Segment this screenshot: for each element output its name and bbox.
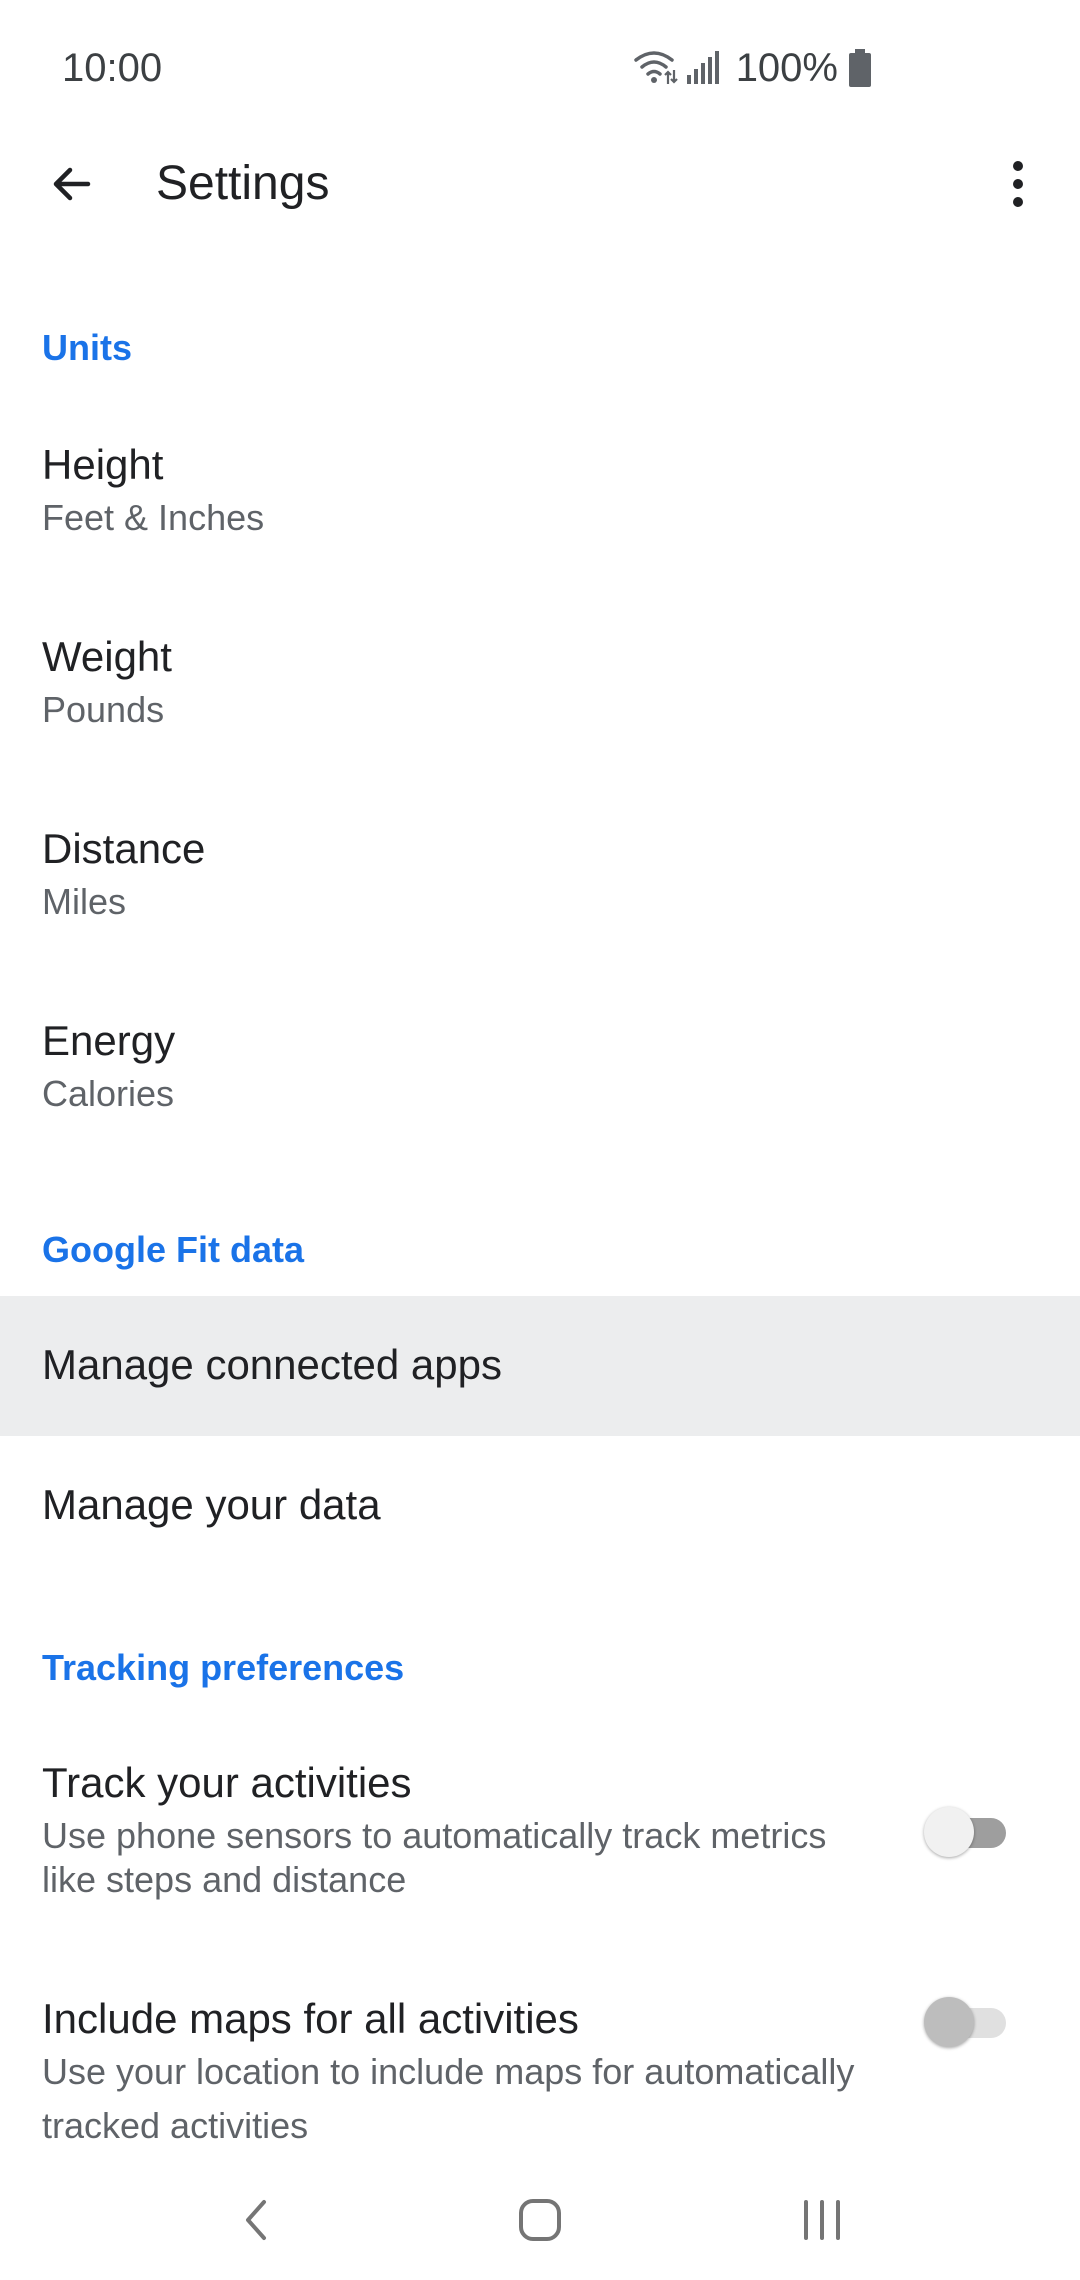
section-header-google-fit-data: Google Fit data (42, 1229, 305, 1270)
setting-description: Use your location to include maps for au… (42, 2051, 855, 2092)
settings-screen: 10:00 100% Settings Units Height Feet & … (0, 0, 1080, 2280)
setting-value: Calories (42, 1073, 175, 1114)
nav-back-icon (246, 2200, 266, 2240)
nav-home-icon (519, 2199, 561, 2241)
include-maps-toggle[interactable] (924, 1994, 1008, 2050)
setting-energy[interactable]: Energy Calories (0, 992, 1080, 1184)
arrow-back-icon (53, 167, 91, 201)
wifi-icon (633, 51, 678, 84)
nav-back-button[interactable] (188, 2170, 328, 2270)
track-activities-item[interactable]: Track your activities Use phone sensors … (0, 1736, 1080, 1956)
setting-title: Energy (42, 1017, 176, 1064)
setting-title: Manage your data (42, 1481, 381, 1528)
setting-title: Track your activities (42, 1759, 412, 1806)
battery-percent: 100% (735, 46, 838, 90)
nav-home-button[interactable] (470, 2170, 610, 2270)
setting-height[interactable]: Height Feet & Inches (0, 416, 1080, 608)
app-bar: Settings (0, 136, 1080, 232)
section-header-tracking-preferences: Tracking preferences (42, 1647, 405, 1688)
setting-weight[interactable]: Weight Pounds (0, 608, 1080, 800)
setting-title: Weight (42, 633, 172, 680)
more-vert-icon (1013, 161, 1023, 207)
setting-title: Manage connected apps (42, 1341, 503, 1388)
setting-title: Distance (42, 825, 206, 872)
more-options-button[interactable] (976, 136, 1060, 232)
back-button[interactable] (30, 136, 114, 232)
system-nav-bar (0, 2160, 1080, 2280)
setting-distance[interactable]: Distance Miles (0, 800, 1080, 992)
nav-recents-icon (804, 2200, 840, 2240)
nav-recents-button[interactable] (752, 2170, 892, 2270)
setting-description: like steps and distance (42, 1859, 407, 1900)
setting-description: tracked activities (42, 2105, 309, 2146)
page-title: Settings (156, 157, 330, 210)
status-bar: 10:00 100% (0, 0, 1080, 136)
battery-icon (849, 49, 871, 87)
status-time: 10:00 (62, 46, 163, 90)
manage-your-data-item[interactable]: Manage your data (0, 1436, 1080, 1576)
setting-value: Pounds (42, 689, 165, 730)
toggle-thumb (924, 1997, 974, 2047)
setting-value: Feet & Inches (42, 497, 265, 538)
setting-value: Miles (42, 881, 127, 922)
setting-title: Include maps for all activities (42, 1995, 579, 2042)
setting-description: Use phone sensors to automatically track… (42, 1815, 827, 1856)
track-activities-toggle[interactable] (924, 1804, 1008, 1860)
signal-icon (686, 51, 719, 84)
status-icons: 100% (633, 44, 872, 92)
toggle-thumb (924, 1807, 974, 1857)
setting-title: Height (42, 441, 164, 488)
include-maps-item[interactable]: Include maps for all activities Use your… (0, 1972, 1080, 2160)
section-header-units: Units (42, 327, 132, 368)
manage-connected-apps-item[interactable]: Manage connected apps (0, 1296, 1080, 1436)
